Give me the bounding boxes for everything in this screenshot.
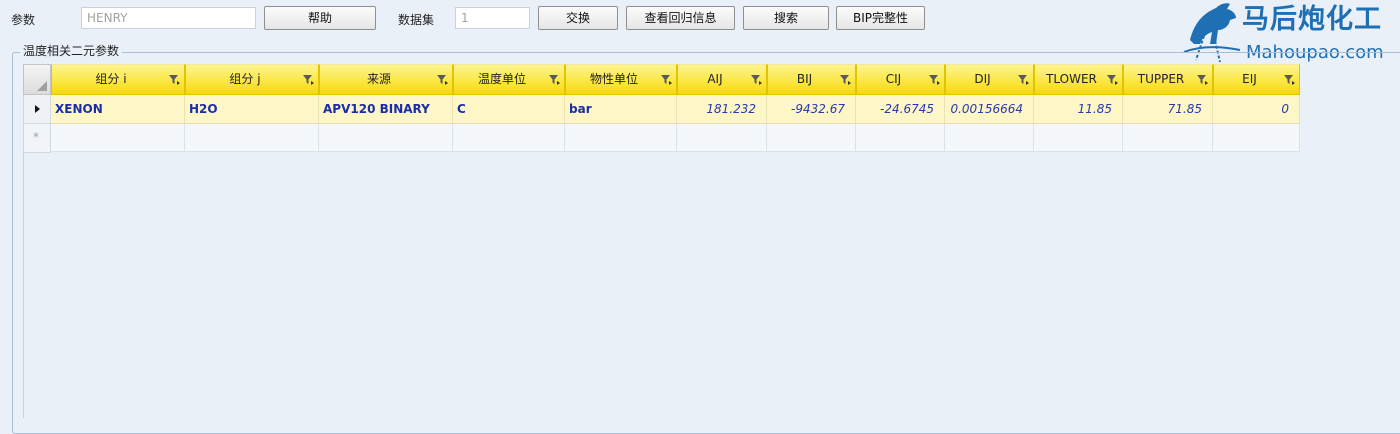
filter-funnel-icon[interactable]	[1106, 74, 1118, 86]
filter-funnel-icon[interactable]	[1196, 74, 1208, 86]
column-header-label: 来源	[366, 72, 391, 86]
column-header-eij[interactable]: EIJ	[1213, 64, 1300, 95]
filter-funnel-icon[interactable]	[750, 74, 762, 86]
group-box-title: 温度相关二元参数	[20, 43, 123, 59]
new-cell-prop-unit[interactable]	[565, 124, 677, 152]
cell-bij[interactable]: -9432.67	[767, 95, 856, 124]
filter-funnel-icon[interactable]	[1017, 74, 1029, 86]
new-cell-source[interactable]	[319, 124, 453, 152]
new-cell-bij[interactable]	[767, 124, 856, 152]
new-row-header[interactable]: *	[23, 124, 51, 153]
column-header-label: 组分 j	[229, 72, 261, 86]
filter-funnel-icon[interactable]	[436, 74, 448, 86]
param-input[interactable]: HENRY	[81, 7, 256, 29]
new-cell-temp-unit[interactable]	[453, 124, 565, 152]
column-header-component-j[interactable]: 组分 j	[185, 64, 319, 95]
column-header-label: DIJ	[974, 72, 991, 86]
column-header-cij[interactable]: CIJ	[856, 64, 945, 95]
new-cell-eij[interactable]	[1213, 124, 1300, 152]
cell-eij[interactable]: 0	[1213, 95, 1300, 124]
current-row-arrow-icon	[35, 105, 40, 113]
filter-funnel-icon[interactable]	[548, 74, 560, 86]
param-label: 参数	[11, 13, 36, 27]
cell-prop-unit[interactable]: bar	[565, 95, 677, 124]
column-header-label: TLOWER	[1046, 72, 1097, 86]
column-header-label: 物性单位	[589, 72, 638, 86]
column-header-label: CIJ	[885, 72, 902, 86]
new-cell-component-j[interactable]	[185, 124, 319, 152]
corner-triangle-icon	[37, 81, 47, 91]
column-header-prop-unit[interactable]: 物性单位	[565, 64, 677, 95]
swap-button[interactable]: 交换	[538, 6, 618, 30]
cell-tupper[interactable]: 71.85	[1123, 95, 1213, 124]
dataset-label: 数据集	[398, 13, 435, 27]
column-header-aij[interactable]: AIJ	[677, 64, 767, 95]
column-header-label: BIJ	[796, 72, 813, 86]
column-header-component-i[interactable]: 组分 i	[51, 64, 185, 95]
column-header-label: 组分 i	[95, 72, 127, 86]
filter-funnel-icon[interactable]	[928, 74, 940, 86]
column-header-source[interactable]: 来源	[319, 64, 453, 95]
cell-dij[interactable]: 0.00156664	[945, 95, 1034, 124]
new-row-asterisk-icon: *	[33, 130, 39, 144]
cell-tlower[interactable]: 11.85	[1034, 95, 1123, 124]
dataset-input[interactable]: 1	[455, 7, 530, 29]
cell-aij[interactable]: 181.232	[677, 95, 767, 124]
column-header-tlower[interactable]: TLOWER	[1034, 64, 1123, 95]
column-header-label: TUPPER	[1137, 72, 1185, 86]
help-button[interactable]: 帮助	[264, 6, 376, 30]
new-cell-aij[interactable]	[677, 124, 767, 152]
column-header-dij[interactable]: DIJ	[945, 64, 1034, 95]
cell-component-i[interactable]: XENON	[51, 95, 185, 124]
new-cell-tlower[interactable]	[1034, 124, 1123, 152]
column-header-label: EIJ	[1242, 72, 1257, 86]
grid-left-border	[23, 152, 24, 418]
search-button[interactable]: 搜索	[743, 6, 829, 30]
column-header-temp-unit[interactable]: 温度单位	[453, 64, 565, 95]
filter-funnel-icon[interactable]	[839, 74, 851, 86]
bip-completeness-button[interactable]: BIP完整性	[836, 6, 925, 30]
cell-source[interactable]: APV120 BINARY	[319, 95, 453, 124]
column-header-tupper[interactable]: TUPPER	[1123, 64, 1213, 95]
grid-select-all[interactable]	[23, 64, 51, 95]
filter-funnel-icon[interactable]	[168, 74, 180, 86]
cell-component-j[interactable]: H2O	[185, 95, 319, 124]
view-regression-button[interactable]: 查看回归信息	[626, 6, 735, 30]
filter-funnel-icon[interactable]	[302, 74, 314, 86]
column-header-label: AIJ	[707, 72, 723, 86]
column-header-bij[interactable]: BIJ	[767, 64, 856, 95]
filter-funnel-icon[interactable]	[1283, 74, 1295, 86]
new-cell-component-i[interactable]	[51, 124, 185, 152]
row-header[interactable]	[23, 95, 51, 124]
brand-text: 马后炮化工	[1242, 4, 1382, 35]
column-header-label: 温度单位	[477, 72, 526, 86]
cell-temp-unit[interactable]: C	[453, 95, 565, 124]
filter-funnel-icon[interactable]	[660, 74, 672, 86]
new-cell-dij[interactable]	[945, 124, 1034, 152]
new-cell-tupper[interactable]	[1123, 124, 1213, 152]
cell-cij[interactable]: -24.6745	[856, 95, 945, 124]
new-cell-cij[interactable]	[856, 124, 945, 152]
